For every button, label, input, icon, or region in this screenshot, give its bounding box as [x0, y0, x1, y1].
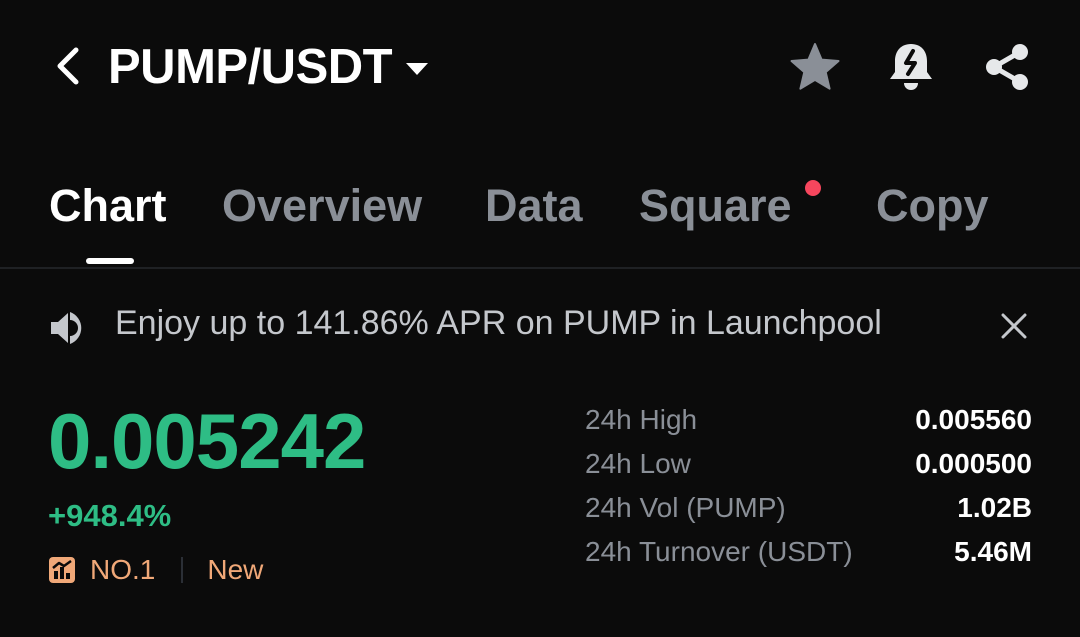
stat-row-volume: 24h Vol (PUMP) 1.02B	[585, 492, 1032, 536]
announcement-banner: Enjoy up to 141.86% APR on PUMP in Launc…	[0, 296, 1080, 358]
stat-label: 24h Turnover (USDT)	[585, 536, 853, 567]
close-icon	[1001, 313, 1027, 339]
rank-badge[interactable]: NO.1	[90, 554, 155, 586]
tab-data[interactable]: Data	[485, 180, 583, 232]
tab-square[interactable]: Square	[639, 180, 792, 232]
share-button[interactable]	[980, 40, 1034, 94]
stat-label: 24h Vol (PUMP)	[585, 492, 786, 523]
notification-dot	[805, 180, 821, 196]
price-alert-button[interactable]	[884, 40, 938, 94]
pair-title: PUMP/USDT	[108, 40, 393, 94]
bell-alert-icon	[890, 44, 932, 90]
stat-value: 0.000500	[915, 448, 1032, 479]
speaker-icon	[51, 312, 82, 344]
favorite-button[interactable]	[788, 40, 842, 94]
last-price: 0.005242	[48, 397, 366, 485]
tab-chart[interactable]: Chart	[49, 180, 167, 232]
stat-value: 0.005560	[915, 404, 1032, 435]
rank-separator	[181, 557, 184, 583]
stats-table: 24h High 0.005560 24h Low 0.000500 24h V…	[585, 404, 1032, 580]
close-banner-button[interactable]	[994, 306, 1034, 346]
stat-row-high: 24h High 0.005560	[585, 404, 1032, 448]
stat-row-low: 24h Low 0.000500	[585, 448, 1032, 492]
back-button[interactable]	[48, 44, 88, 88]
stat-value: 1.02B	[957, 492, 1032, 523]
rank-row: NO.1 New	[48, 550, 263, 590]
stat-row-turnover: 24h Turnover (USDT) 5.46M	[585, 536, 1032, 580]
tab-bar: Chart Overview Data Square Copy	[0, 170, 1080, 268]
tab-copy[interactable]: Copy	[876, 180, 989, 232]
star-icon	[790, 43, 840, 90]
new-tag[interactable]: New	[207, 554, 263, 586]
tab-divider	[0, 267, 1080, 269]
stat-value: 5.46M	[954, 536, 1032, 567]
share-icon	[986, 44, 1028, 90]
back-arrow-icon	[57, 47, 79, 85]
announcement-text[interactable]: Enjoy up to 141.86% APR on PUMP in Launc…	[115, 304, 882, 343]
stat-label: 24h High	[585, 404, 698, 435]
ranking-chart-icon[interactable]	[48, 556, 76, 584]
stat-label: 24h Low	[585, 448, 691, 479]
caret-down-icon	[406, 63, 429, 75]
price-change-percent: +948.4%	[48, 498, 172, 533]
active-tab-indicator	[86, 258, 134, 264]
top-bar: PUMP/USDT	[0, 0, 1080, 135]
tab-overview[interactable]: Overview	[222, 180, 422, 232]
pair-selector[interactable]: PUMP/USDT	[108, 36, 429, 98]
